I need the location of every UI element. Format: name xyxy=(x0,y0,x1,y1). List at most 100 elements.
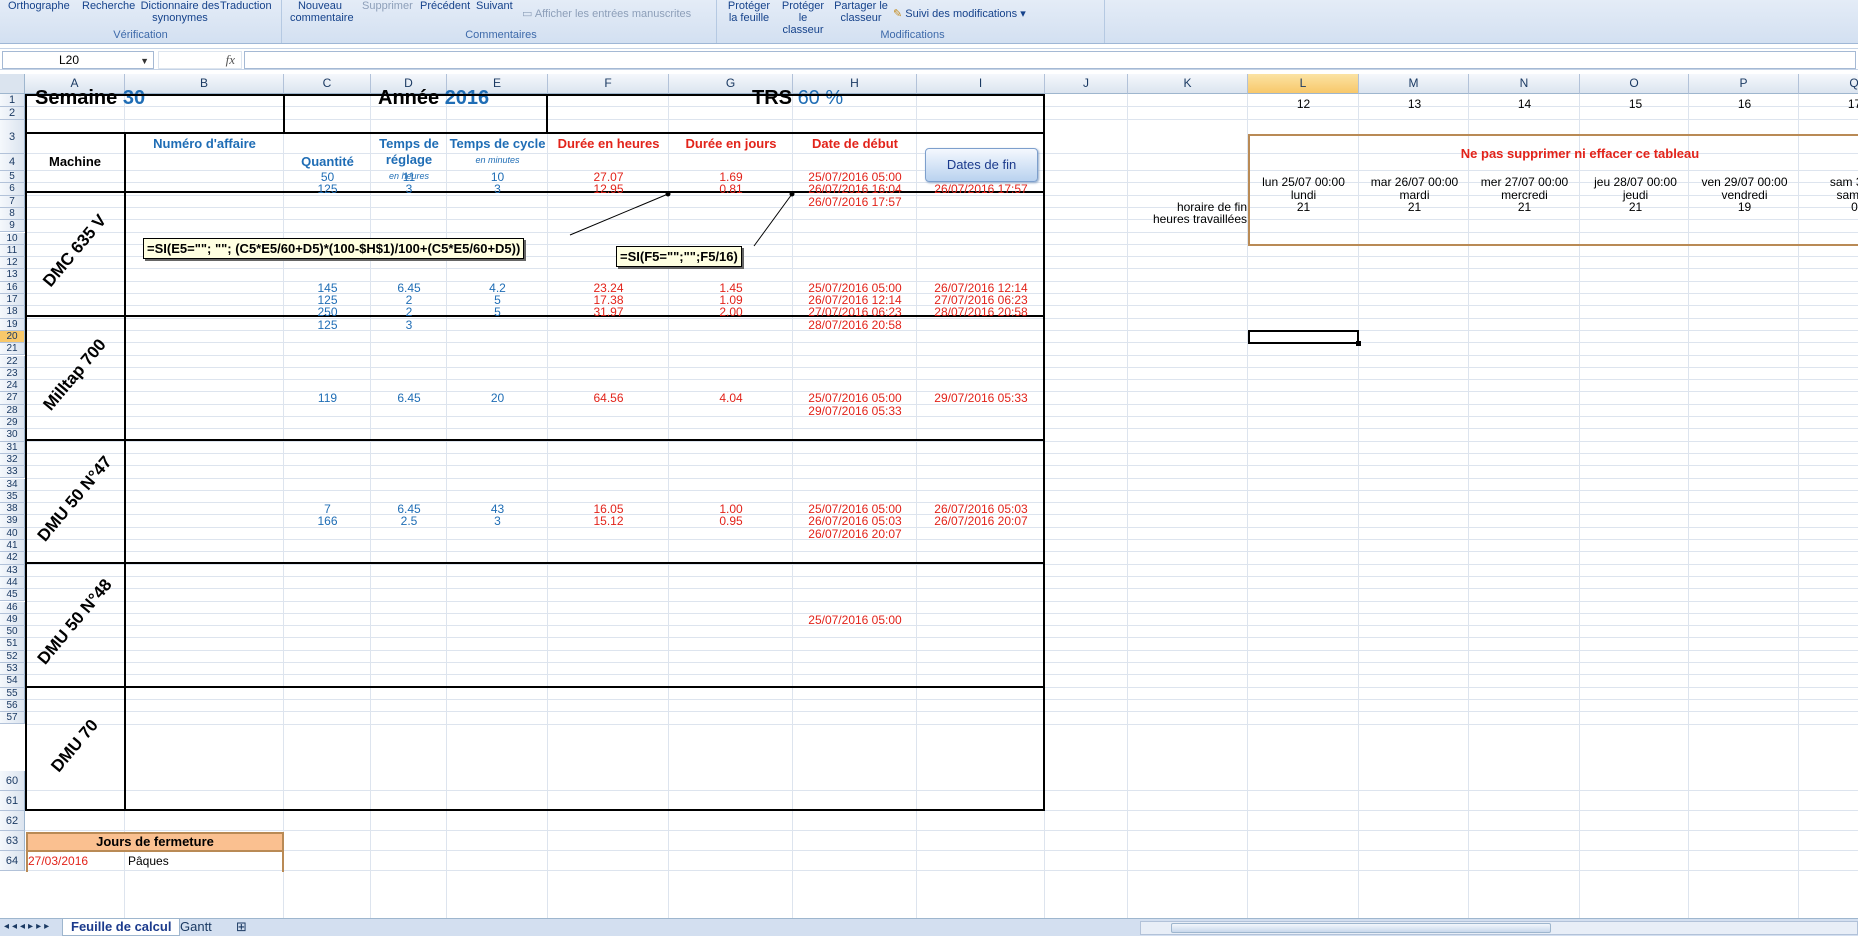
fermeture-date[interactable]: 27/03/2016 xyxy=(28,855,124,868)
cell-temps-reglage[interactable]: 2.5 xyxy=(371,515,447,528)
row-header-4[interactable]: 4 xyxy=(0,154,25,171)
dates-de-fin-button[interactable]: Dates de fin xyxy=(925,148,1038,182)
row-header-16[interactable]: 16 xyxy=(0,281,25,294)
row-header-46[interactable]: 46 xyxy=(0,601,25,614)
column-header-f[interactable]: F xyxy=(548,74,669,94)
spreadsheet-grid[interactable]: A B C D E F G H I J K L M N O P Q 1 2 3 4 5 6 7 8 9 10 11 12 13 16 17 18… xyxy=(0,74,1858,918)
tab-feuille-de-calcul[interactable]: Feuille de calcul xyxy=(62,919,181,936)
row-header-55[interactable]: 55 xyxy=(0,687,25,700)
select-all-corner[interactable] xyxy=(0,74,25,94)
cell-date-fin[interactable]: 28/07/2016 20:58 xyxy=(917,306,1045,319)
row-header-60[interactable]: 60 xyxy=(0,771,25,791)
cell-date-fin[interactable]: 26/07/2016 20:07 xyxy=(917,515,1045,528)
scrollbar-thumb[interactable] xyxy=(1171,923,1551,933)
label-heures-travaillees[interactable]: heures travaillées xyxy=(1128,213,1247,226)
column-header-j[interactable]: J xyxy=(1045,74,1128,94)
planning-hours[interactable]: 21 xyxy=(1248,201,1359,214)
row-header-35[interactable]: 35 xyxy=(0,490,25,504)
fermeture-label[interactable]: Pâques xyxy=(128,855,278,868)
row-header-20[interactable]: 20 xyxy=(0,330,25,344)
proteger-feuille-button[interactable]: Protéger la feuille xyxy=(725,0,773,24)
row-header-61[interactable]: 61 xyxy=(0,791,25,811)
row-header-27[interactable]: 27 xyxy=(0,392,25,405)
cell-temps-cycle[interactable]: 20 xyxy=(447,392,548,405)
row-header-29[interactable]: 29 xyxy=(0,417,25,430)
cell-duree-heures[interactable]: 15.12 xyxy=(548,515,669,528)
row-header-57[interactable]: 57 xyxy=(0,712,25,725)
column-header-k[interactable]: K xyxy=(1128,74,1248,94)
cell-temps-cycle[interactable]: 3 xyxy=(447,183,548,196)
row-header-31[interactable]: 31 xyxy=(0,441,25,454)
supprimer-button[interactable]: Supprimer xyxy=(362,0,413,12)
row-header-2[interactable]: 2 xyxy=(0,107,25,120)
row-header-12[interactable]: 12 xyxy=(0,257,25,270)
cell-quantite[interactable]: 125 xyxy=(284,183,371,196)
planning-hours[interactable]: 19 xyxy=(1689,201,1800,214)
cell-duree-heures[interactable]: 64.56 xyxy=(548,392,669,405)
week-number[interactable]: 12 xyxy=(1248,98,1359,111)
row-header-1[interactable]: 1 xyxy=(0,94,25,107)
row-header-19[interactable]: 19 xyxy=(0,318,25,331)
row-header-13[interactable]: 13 xyxy=(0,269,25,282)
orthographe-button[interactable]: Orthographe xyxy=(8,0,70,12)
cell-date-debut[interactable]: 29/07/2016 05:33 xyxy=(793,404,917,418)
row-header-22[interactable]: 22 xyxy=(0,355,25,368)
selected-cell-l20[interactable] xyxy=(1248,329,1361,347)
partager-classeur-button[interactable]: Partager le classeur xyxy=(833,0,889,24)
week-number[interactable]: 15 xyxy=(1580,98,1691,111)
cell-date-debut[interactable]: 28/07/2016 20:58 xyxy=(793,318,917,332)
recherche-button[interactable]: Recherche xyxy=(82,0,135,12)
row-header-43[interactable]: 43 xyxy=(0,564,25,577)
nouveau-commentaire-button[interactable]: Nouveau commentaire xyxy=(290,0,354,24)
column-header-o[interactable]: O xyxy=(1580,74,1689,94)
row-header-45[interactable]: 45 xyxy=(0,589,25,602)
week-number[interactable]: 13 xyxy=(1359,98,1470,111)
row-header-52[interactable]: 52 xyxy=(0,650,25,663)
cell-date-debut[interactable]: 25/07/2016 05:00 xyxy=(793,613,917,627)
name-box[interactable]: L20 ▼ xyxy=(2,51,154,69)
row-header-18[interactable]: 18 xyxy=(0,306,25,319)
column-header-q[interactable]: Q xyxy=(1799,74,1858,94)
horizontal-scrollbar[interactable] xyxy=(1140,921,1858,935)
cell-duree-jours[interactable]: 0.95 xyxy=(669,515,793,528)
cell-duree-jours[interactable]: 2.00 xyxy=(669,306,793,319)
synonymes-button[interactable]: Dictionnaire des synonymes xyxy=(140,0,220,24)
row-header-62[interactable]: 62 xyxy=(0,811,25,831)
cell-duree-heures[interactable]: 31.97 xyxy=(548,306,669,319)
row-header-51[interactable]: 51 xyxy=(0,638,25,651)
week-number[interactable]: 14 xyxy=(1469,98,1580,111)
row-header-24[interactable]: 24 xyxy=(0,380,25,393)
insert-function-button[interactable]: fx xyxy=(158,51,242,69)
cell-date-debut[interactable]: 26/07/2016 20:07 xyxy=(793,527,917,541)
week-number[interactable]: 17 xyxy=(1799,98,1858,111)
planning-hours[interactable]: 21 xyxy=(1469,201,1580,214)
row-header-6[interactable]: 6 xyxy=(0,183,25,196)
formula-input[interactable] xyxy=(244,51,1856,69)
cell-quantite[interactable]: 166 xyxy=(284,515,371,528)
column-header-b[interactable]: B xyxy=(125,74,284,94)
cell-duree-jours[interactable]: 4.04 xyxy=(669,392,793,405)
row-header-28[interactable]: 28 xyxy=(0,404,25,417)
row-header-17[interactable]: 17 xyxy=(0,294,25,307)
planning-hours[interactable]: 21 xyxy=(1359,201,1470,214)
cell-date-debut[interactable]: 26/07/2016 17:57 xyxy=(793,195,917,209)
row-header-63[interactable]: 63 xyxy=(0,831,25,851)
column-header-p[interactable]: P xyxy=(1689,74,1799,94)
row-header-38[interactable]: 38 xyxy=(0,503,25,516)
row-header-44[interactable]: 44 xyxy=(0,576,25,590)
cell-duree-jours[interactable]: 0.81 xyxy=(669,183,793,196)
row-header-11[interactable]: 11 xyxy=(0,244,25,258)
planning-hours[interactable]: 21 xyxy=(1580,201,1691,214)
cell-temps-cycle[interactable]: 3 xyxy=(447,515,548,528)
suivant-button[interactable]: Suivant xyxy=(476,0,513,12)
column-header-l[interactable]: L xyxy=(1248,74,1359,94)
row-header-32[interactable]: 32 xyxy=(0,453,25,467)
row-header-53[interactable]: 53 xyxy=(0,663,25,676)
row-header-3[interactable]: 3 xyxy=(0,120,25,154)
row-header-5[interactable]: 5 xyxy=(0,171,25,184)
row-header-30[interactable]: 30 xyxy=(0,429,25,442)
row-header-8[interactable]: 8 xyxy=(0,207,25,221)
row-header-50[interactable]: 50 xyxy=(0,626,25,639)
row-header-40[interactable]: 40 xyxy=(0,527,25,540)
cell-temps-reglage[interactable]: 6.45 xyxy=(371,392,447,405)
